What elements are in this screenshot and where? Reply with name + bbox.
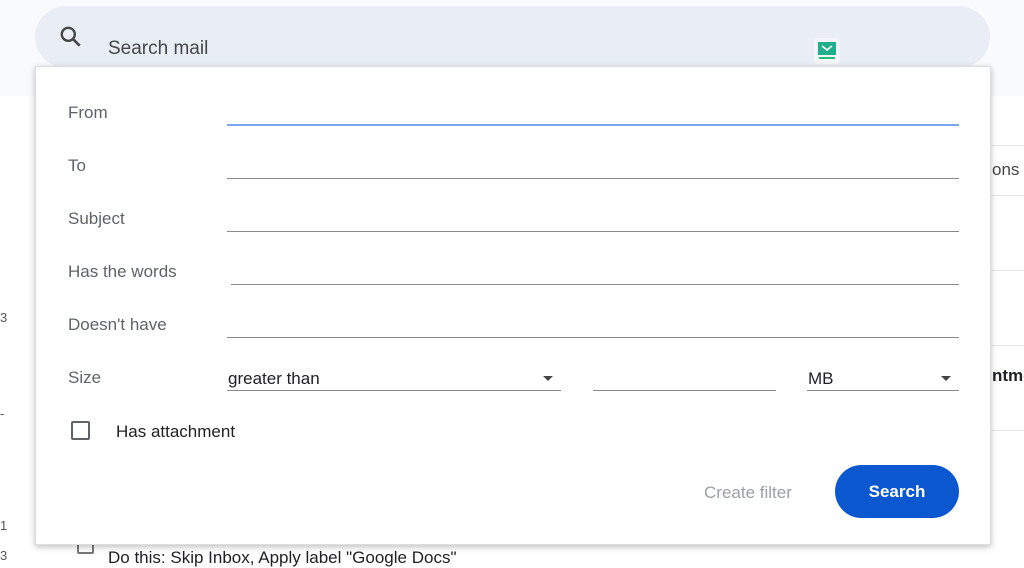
to-input[interactable] — [227, 178, 959, 179]
size-operator-underline — [227, 390, 561, 391]
search-button[interactable]: Search — [835, 465, 959, 518]
background-text: ntme — [992, 366, 1024, 385]
subject-label: Subject — [68, 209, 125, 228]
create-filter-button[interactable]: Create filter — [704, 483, 792, 503]
tempmail-extension-icon[interactable] — [814, 38, 840, 64]
subject-input[interactable] — [227, 231, 959, 232]
size-label: Size — [68, 368, 102, 387]
search-input[interactable]: Search mail — [108, 38, 208, 60]
from-label: From — [68, 103, 108, 122]
dropdown-arrow-icon — [543, 376, 553, 381]
background-char: 3 — [0, 548, 8, 563]
to-label: To — [68, 156, 86, 175]
has-attachment-checkbox[interactable] — [71, 421, 90, 440]
background-char: 3 — [0, 310, 8, 325]
doesnt-have-label: Doesn't have — [68, 315, 167, 334]
divider — [990, 345, 1024, 346]
size-operator-value: greater than — [228, 369, 320, 388]
divider — [990, 195, 1024, 196]
has-words-input[interactable] — [231, 284, 959, 285]
search-icon[interactable] — [58, 24, 84, 50]
size-value-input[interactable] — [593, 390, 776, 391]
divider — [990, 145, 1024, 146]
filter-row-text: Do this: Skip Inbox, Apply label "Google… — [108, 548, 457, 567]
dropdown-arrow-icon — [941, 376, 951, 381]
background-char: 1 — [0, 518, 8, 533]
from-input[interactable] — [227, 124, 959, 126]
has-attachment-label[interactable]: Has attachment — [116, 422, 235, 442]
doesnt-have-input[interactable] — [227, 337, 959, 338]
size-unit-underline — [807, 390, 959, 391]
divider — [990, 270, 1024, 271]
advanced-search-panel: From To Subject Has the words Doesn't ha… — [35, 66, 991, 545]
background-text: ons — [992, 160, 1020, 179]
divider — [990, 430, 1024, 431]
background-char: - — [0, 406, 5, 421]
has-words-label: Has the words — [68, 262, 177, 281]
size-unit-value: MB — [808, 369, 834, 388]
